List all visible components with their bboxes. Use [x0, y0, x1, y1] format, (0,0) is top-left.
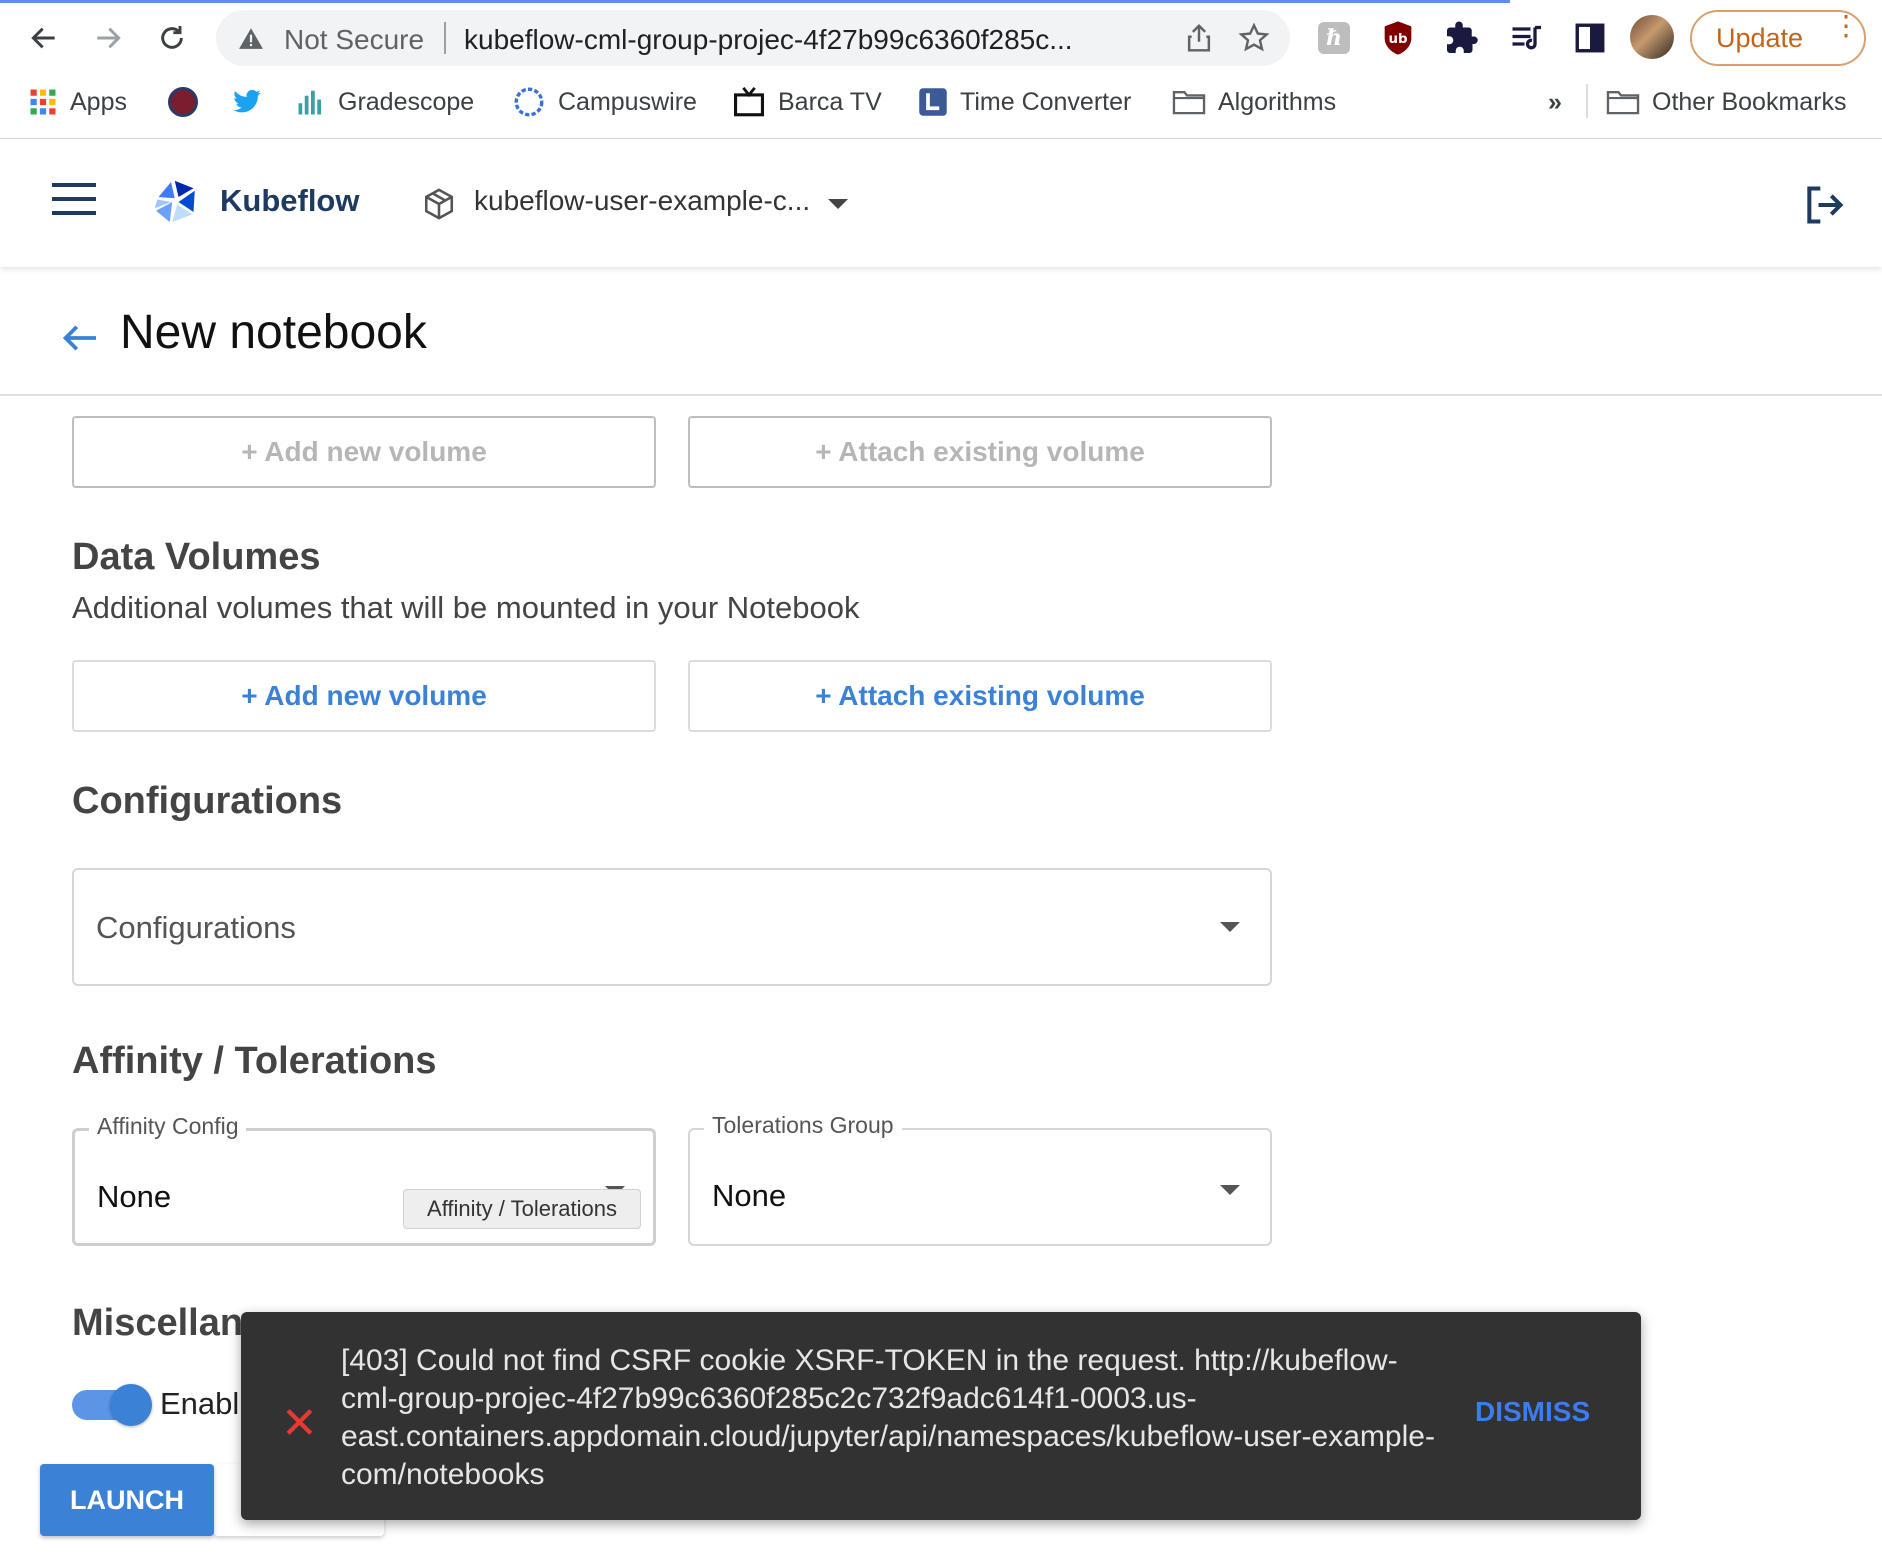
namespace-label: kubeflow-user-example-c...: [474, 185, 811, 216]
bookmark-label: Apps: [70, 87, 127, 116]
update-label: Update: [1716, 22, 1804, 53]
gradescope-icon: [298, 90, 321, 115]
bookmark-label: Algorithms: [1218, 87, 1337, 116]
namespace-selector[interactable]: kubeflow-user-example-c...: [420, 175, 860, 231]
chevron-down-icon: [828, 199, 848, 209]
bookmark-gradescope[interactable]: Gradescope: [296, 84, 474, 120]
toggle-label: Enabl: [160, 1386, 240, 1421]
bookmark-label: Barca TV: [778, 87, 882, 116]
kubeflow-header: Kubeflow kubeflow-user-example-c...: [0, 139, 1882, 267]
toggle-thumb[interactable]: [110, 1384, 152, 1426]
back-arrow-icon[interactable]: [60, 322, 100, 354]
bookmark-label: Gradescope: [338, 87, 475, 116]
campuswire-icon: [514, 87, 544, 117]
site-favicon-icon: [168, 87, 198, 117]
bookmark-apps[interactable]: Apps: [28, 84, 127, 120]
bookmark-star-icon[interactable]: [1238, 22, 1270, 54]
address-bar[interactable]: Not Secure kubeflow-cml-group-projec-4f2…: [216, 10, 1290, 66]
profile-avatar[interactable]: [1630, 15, 1674, 59]
media-queue-icon[interactable]: [1506, 18, 1546, 58]
workspace-add-new-volume-button[interactable]: + Add new volume: [72, 416, 656, 488]
tv-icon: [733, 86, 765, 117]
affinity-tooltip: Affinity / Tolerations: [403, 1189, 641, 1229]
error-close-icon: ✕: [281, 1399, 318, 1448]
extensions-puzzle-icon[interactable]: [1442, 18, 1482, 58]
bookmark-algorithms[interactable]: Algorithms: [1172, 84, 1336, 120]
side-panel-icon[interactable]: [1570, 18, 1610, 58]
bookmarks-divider: [1586, 84, 1588, 118]
svg-text:ub: ub: [1388, 32, 1407, 47]
bookmark-campuswire[interactable]: Campuswire: [512, 84, 697, 120]
namespace-cube-icon: [424, 188, 454, 220]
page-title: New notebook: [120, 306, 427, 359]
bookmark-label: Campuswire: [558, 87, 697, 116]
twitter-icon: [233, 89, 261, 113]
time-converter-icon: [919, 88, 947, 116]
tolerations-group-select[interactable]: Tolerations Group None: [688, 1112, 1272, 1246]
tab-loading-bar: [0, 0, 1510, 3]
workspace-attach-existing-volume-button[interactable]: + Attach existing volume: [688, 416, 1272, 488]
configurations-heading: Configurations: [72, 780, 343, 822]
brand-name: Kubeflow: [220, 183, 360, 218]
kubeflow-logo-icon: [154, 180, 195, 222]
bookmark-twitter[interactable]: [232, 84, 262, 120]
menu-kebab-icon: ⋮: [1832, 10, 1860, 41]
launch-button[interactable]: LAUNCH: [40, 1464, 214, 1536]
reload-icon[interactable]: [152, 18, 192, 58]
logout-icon[interactable]: [1802, 183, 1846, 227]
bookmark-label: Time Converter: [960, 87, 1132, 116]
back-icon[interactable]: [24, 18, 64, 58]
affinity-config-label: Affinity Config: [89, 1113, 247, 1140]
tolerations-group-value: None: [712, 1178, 787, 1213]
affinity-config-value: None: [97, 1179, 172, 1214]
data-volumes-heading: Data Volumes: [72, 536, 321, 578]
data-attach-existing-volume-button[interactable]: + Attach existing volume: [688, 660, 1272, 732]
update-button[interactable]: Update ⋮: [1690, 10, 1866, 66]
folder-icon: [1172, 91, 1206, 115]
folder-icon: [1606, 91, 1640, 115]
data-add-new-volume-button[interactable]: + Add new volume: [72, 660, 656, 732]
warning-icon: [239, 28, 263, 49]
apps-grid-icon: [30, 89, 56, 115]
omnibox-separator: [444, 22, 446, 54]
dismiss-button[interactable]: DISMISS: [1475, 1396, 1590, 1428]
forward-icon[interactable]: [88, 18, 128, 58]
tolerations-group-label: Tolerations Group: [704, 1112, 902, 1139]
overflow-chevrons-icon: »: [1548, 87, 1562, 116]
share-icon[interactable]: [1184, 22, 1214, 54]
title-divider: [0, 394, 1882, 396]
bookmark-time-converter[interactable]: Time Converter: [918, 84, 1131, 120]
error-snackbar: ✕ [403] Could not find CSRF cookie XSRF-…: [241, 1312, 1641, 1520]
bookmark-other-bookmarks[interactable]: Other Bookmarks: [1606, 84, 1847, 120]
ublock-icon[interactable]: ub: [1378, 18, 1418, 58]
hamburger-menu-icon[interactable]: [52, 183, 96, 219]
bookmark-site[interactable]: [168, 84, 198, 120]
error-message: [403] Could not find CSRF cookie XSRF-TO…: [341, 1344, 1435, 1491]
bookmark-barca-tv[interactable]: Barca TV: [732, 84, 882, 120]
chevron-down-icon: [1220, 922, 1240, 932]
configurations-select[interactable]: Configurations: [72, 868, 1272, 986]
data-volumes-subtitle: Additional volumes that will be mounted …: [72, 590, 860, 625]
browser-toolbar: Not Secure kubeflow-cml-group-projec-4f2…: [0, 0, 1882, 139]
configurations-placeholder: Configurations: [96, 910, 296, 945]
bookmark-label: Other Bookmarks: [1652, 87, 1847, 116]
bookmarks-overflow-button[interactable]: »: [1548, 84, 1562, 120]
security-label[interactable]: Not Secure: [284, 24, 424, 56]
affinity-heading: Affinity / Tolerations: [72, 1040, 437, 1082]
h-extension-icon[interactable]: ℏ: [1314, 18, 1354, 58]
miscellaneous-heading: Miscellan: [72, 1302, 244, 1344]
url-text[interactable]: kubeflow-cml-group-projec-4f27b99c6360f2…: [464, 24, 1073, 56]
chevron-down-icon: [1220, 1185, 1240, 1195]
